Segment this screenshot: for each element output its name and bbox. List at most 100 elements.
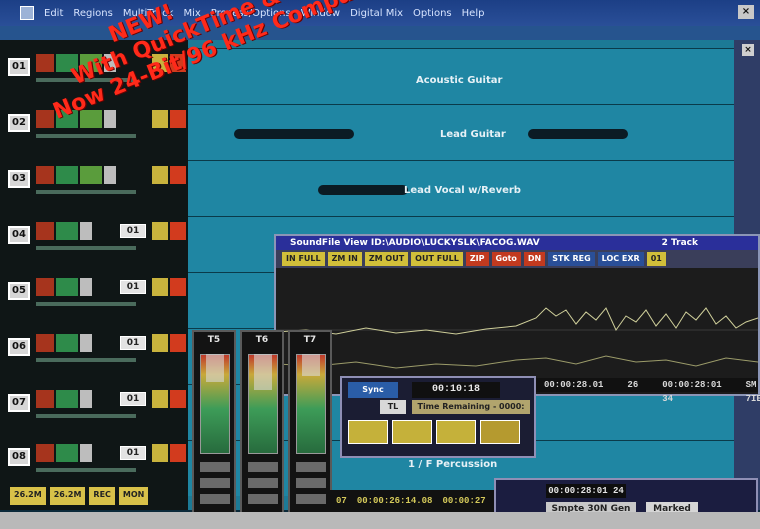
record-button[interactable] (36, 166, 54, 184)
record-button[interactable] (36, 444, 54, 462)
meter-control[interactable] (296, 462, 326, 472)
fader-handle[interactable] (80, 278, 92, 296)
transport-button-2[interactable] (392, 420, 432, 444)
close-icon[interactable]: × (738, 5, 754, 19)
dn-button[interactable]: DN (523, 252, 546, 266)
meter-control[interactable] (248, 478, 278, 488)
channel-box[interactable]: 01 (120, 392, 146, 406)
transport-button-1[interactable] (348, 420, 388, 444)
record-button[interactable] (36, 110, 54, 128)
window-icon[interactable] (20, 6, 34, 20)
channel-box[interactable]: 01 (120, 336, 146, 350)
meter-control[interactable] (248, 494, 278, 504)
play-button[interactable] (56, 166, 78, 184)
zoom-out-full-button[interactable]: OUT FULL (411, 252, 463, 266)
track-lane[interactable]: Lead Vocal w/Reverb (188, 160, 734, 363)
close-icon[interactable]: × (742, 44, 754, 56)
tl-button[interactable]: TL (380, 400, 406, 414)
channel-box[interactable]: 01 (120, 224, 146, 238)
mix-button[interactable]: MON (118, 487, 149, 505)
mute-button[interactable] (152, 54, 168, 72)
menu-help[interactable]: Help (462, 8, 485, 19)
channel-box[interactable]: 01 (120, 446, 146, 460)
waveform-region[interactable] (318, 185, 408, 195)
menu-options[interactable]: Options (413, 8, 452, 19)
solo-button[interactable] (80, 110, 102, 128)
track-number[interactable]: 07 (8, 394, 30, 412)
track-number[interactable]: 08 (8, 448, 30, 466)
channel-box[interactable]: 01 (120, 280, 146, 294)
zip-button[interactable]: ZIP (465, 252, 489, 266)
meter-control[interactable] (296, 494, 326, 504)
play-button[interactable] (56, 110, 78, 128)
track-number[interactable]: 06 (8, 338, 30, 356)
arm-button[interactable] (170, 222, 186, 240)
loc-button[interactable]: LOC EXR (597, 252, 644, 266)
fader-handle[interactable] (104, 54, 116, 72)
zoom-in-full-button[interactable]: IN FULL (282, 252, 325, 266)
menu-regions[interactable]: Regions (73, 8, 112, 19)
mute-button[interactable] (152, 390, 168, 408)
menu-digital-mix[interactable]: Digital Mix (350, 8, 403, 19)
solo-button[interactable] (80, 54, 102, 72)
mute-button[interactable] (152, 334, 168, 352)
waveform-region[interactable] (234, 129, 354, 139)
menu-edit[interactable]: Edit (44, 8, 63, 19)
window-titlebar[interactable]: SoundFile View ID:\AUDIO\LUCKYSLK\FACOG.… (276, 236, 758, 250)
track-number[interactable]: 03 (8, 170, 30, 188)
mute-button[interactable] (152, 166, 168, 184)
track-lane[interactable]: Lead Guitar (188, 104, 734, 160)
zoom-in-button[interactable]: ZM IN (327, 252, 362, 266)
record-button[interactable] (36, 390, 54, 408)
track-number[interactable]: 01 (8, 58, 30, 76)
zoom-out-button[interactable]: ZM OUT (364, 252, 409, 266)
mix-button[interactable]: 26.2M (49, 487, 86, 505)
record-button[interactable] (36, 222, 54, 240)
meter-control[interactable] (200, 494, 230, 504)
stack-region-button[interactable]: STK REG (548, 252, 595, 266)
mute-button[interactable] (152, 278, 168, 296)
play-button[interactable] (56, 222, 78, 240)
solo-button[interactable] (80, 166, 102, 184)
goto-button[interactable]: Goto (491, 252, 521, 266)
fader-handle[interactable] (80, 390, 92, 408)
mute-button[interactable] (152, 222, 168, 240)
arm-button[interactable] (170, 166, 186, 184)
mute-button[interactable] (152, 444, 168, 462)
play-button[interactable] (56, 54, 78, 72)
meter-control[interactable] (248, 462, 278, 472)
track-lane[interactable]: Acoustic Guitar (188, 48, 734, 104)
mute-button[interactable] (152, 110, 168, 128)
meter-control[interactable] (200, 478, 230, 488)
transport-button-4[interactable] (480, 420, 520, 444)
fader-handle[interactable] (104, 110, 116, 128)
fader-handle[interactable] (104, 166, 116, 184)
menu-mix[interactable]: Mix (183, 8, 200, 19)
mix-button[interactable]: 26.2M (10, 487, 46, 505)
track-number[interactable]: 05 (8, 282, 30, 300)
waveform-display[interactable]: 00:00:28.01 26 00:00:28:01 34 SM 7IE (276, 268, 760, 404)
track-number[interactable]: 02 (8, 114, 30, 132)
mix-button[interactable]: REC (89, 487, 115, 505)
arm-button[interactable] (170, 444, 186, 462)
fader-handle[interactable] (80, 222, 92, 240)
fader-handle[interactable] (80, 334, 92, 352)
track-number[interactable]: 04 (8, 226, 30, 244)
meter-control[interactable] (296, 478, 326, 488)
arm-button[interactable] (170, 334, 186, 352)
play-button[interactable] (56, 278, 78, 296)
meter-control[interactable] (200, 462, 230, 472)
menu-multitrack[interactable]: MultiTrack (123, 8, 174, 19)
fader-handle[interactable] (80, 444, 92, 462)
sync-button[interactable]: Sync (348, 382, 398, 398)
play-button[interactable] (56, 390, 78, 408)
play-button[interactable] (56, 334, 78, 352)
record-button[interactable] (36, 278, 54, 296)
arm-button[interactable] (170, 54, 186, 72)
channel-field[interactable]: 01 (646, 252, 666, 266)
record-button[interactable] (36, 54, 54, 72)
menu-window[interactable]: Window (301, 8, 340, 19)
waveform-region[interactable] (528, 129, 628, 139)
menu-process[interactable]: Process/Options (211, 8, 291, 19)
arm-button[interactable] (170, 110, 186, 128)
